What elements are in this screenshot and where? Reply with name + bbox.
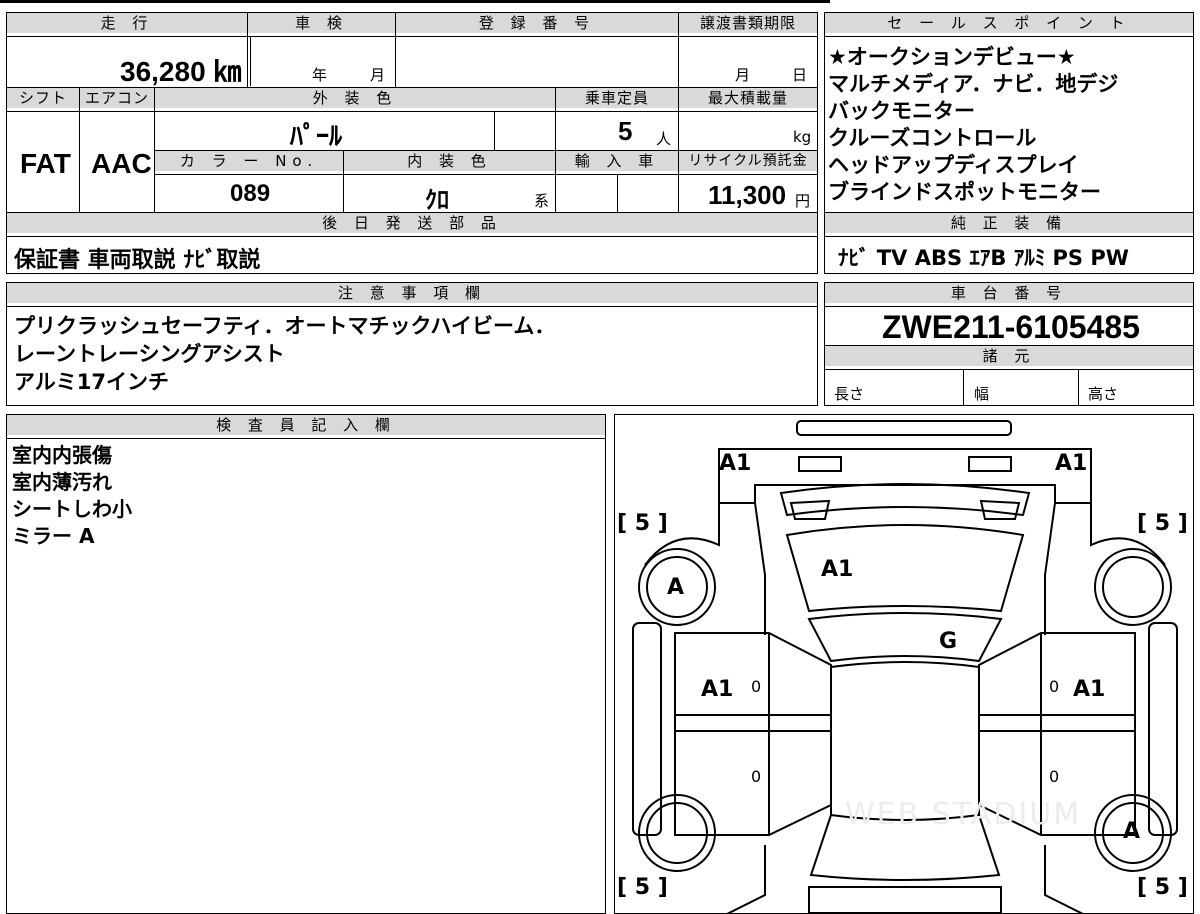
month-unit: 月 xyxy=(370,66,386,84)
car-diagram-box: A1 A1 A1 G A1 A1 A A [ 5 ] [ 5 ] [ 5 ] [… xyxy=(614,414,1194,914)
inspector-line: 室内内張傷 xyxy=(12,443,112,467)
import-header: 輸 入 車 xyxy=(556,151,678,171)
mark-hood: A1 xyxy=(821,557,854,582)
equipment-value: ﾅﾋﾞ TV ABS ｴｱB ｱﾙﾐ PS PW xyxy=(838,246,1129,270)
note-line: アルミ17インチ xyxy=(14,370,170,394)
sales-point-line: バックモニター xyxy=(828,99,975,123)
later-parts-value: 保証書 車両取説 ﾅﾋﾞ取説 xyxy=(14,248,261,273)
watermark: WEB STADIUM xyxy=(845,797,1082,832)
inspector-line: 室内薄汚れ xyxy=(12,470,112,494)
sales-point-line: ★オークションデビュー★ xyxy=(828,45,1076,69)
notes-header: 注 意 事 項 欄 xyxy=(7,283,817,303)
later-parts-header: 後 日 発 送 部 品 xyxy=(7,213,817,233)
exterior-value: ﾊﾟｰﾙ xyxy=(290,121,343,151)
height-label: 高さ xyxy=(1088,385,1119,403)
registration-header: 登 録 番 号 xyxy=(396,13,678,33)
mark-right-rear-wheel: A xyxy=(1123,819,1141,844)
equipment-header: 純 正 装 備 xyxy=(825,213,1193,233)
inspector-list: 室内内張傷 室内薄汚れ シートしわ小 ミラー A xyxy=(12,442,132,550)
chassis-header: 車 台 番 号 xyxy=(825,283,1193,303)
tire-depth-rl: [ 5 ] xyxy=(617,875,668,900)
mark-left-front-wheel: A xyxy=(667,575,685,600)
width-label: 幅 xyxy=(974,385,990,403)
inspection-header: 車 検 xyxy=(248,13,395,33)
deadline-month: 月 xyxy=(735,66,751,84)
top-strip xyxy=(0,0,830,3)
recycle-header: リサイクル預託金 xyxy=(679,151,817,171)
mark-front-left: A1 xyxy=(719,451,752,476)
mark-front-right: A1 xyxy=(1055,451,1088,476)
shift-value: FAT xyxy=(20,148,71,179)
interior-unit: 系 xyxy=(534,192,550,210)
sales-point-line: クルーズコントロール xyxy=(828,126,1037,150)
sales-points-header: セ ー ル ス ポ イ ン ト xyxy=(825,13,1193,33)
max-load-header: 最大積載量 xyxy=(679,88,817,108)
sales-point-line: マルチメディア．ナビ．地デジ xyxy=(828,72,1119,96)
sales-point-line: ブラインドスポットモニター xyxy=(828,180,1101,204)
inspector-line: ミラー A xyxy=(12,524,95,548)
mark-left-front-door: A1 xyxy=(701,677,734,702)
transfer-deadline-header: 譲渡書類期限 xyxy=(679,13,817,33)
inspector-line: シートしわ小 xyxy=(12,497,132,521)
mileage-value: 36,280 ㎞ xyxy=(120,56,242,87)
mark-zero: 0 xyxy=(751,767,762,786)
inspector-header: 検 査 員 記 入 欄 xyxy=(7,415,605,435)
shift-header: シフト xyxy=(7,88,79,108)
length-label: 長さ xyxy=(834,385,865,403)
load-unit: kg xyxy=(793,128,812,146)
tire-depth-fl: [ 5 ] xyxy=(617,511,668,536)
ac-header: エアコン xyxy=(80,88,154,108)
capacity-unit: 人 xyxy=(656,130,672,148)
capacity-value: 5 xyxy=(618,116,633,146)
interior-value: ｸﾛ xyxy=(425,187,449,214)
deadline-day: 日 xyxy=(792,66,808,84)
year-unit: 年 xyxy=(312,66,328,84)
recycle-unit: 円 xyxy=(795,192,811,210)
notes-list: プリクラッシュセーフティ．オートマチックハイビーム． レーントレーシングアシスト… xyxy=(14,312,555,396)
chassis-number: ZWE211-6105485 xyxy=(882,309,1140,345)
mark-right-front-door: A1 xyxy=(1073,677,1106,702)
sales-points-list: ★オークションデビュー★ マルチメディア．ナビ．地デジ バックモニター クルーズ… xyxy=(828,44,1118,206)
recycle-value: 11,300 xyxy=(708,180,787,210)
mark-zero: 0 xyxy=(1049,767,1060,786)
interior-header: 内 装 色 xyxy=(344,151,555,171)
capacity-header: 乗車定員 xyxy=(556,88,678,108)
mark-zero: 0 xyxy=(1049,677,1060,696)
mark-zero: 0 xyxy=(751,677,762,696)
color-no-header: カ ラ ー No. xyxy=(155,151,343,171)
dims-header: 諸 元 xyxy=(825,346,1193,366)
tire-depth-fr: [ 5 ] xyxy=(1137,511,1188,536)
mileage-header: 走 行 xyxy=(7,13,247,33)
car-diagram xyxy=(632,420,1178,913)
exterior-header: 外 装 色 xyxy=(155,88,555,108)
note-line: プリクラッシュセーフティ．オートマチックハイビーム． xyxy=(14,314,556,338)
ac-value: AAC xyxy=(91,148,152,179)
sales-point-line: ヘッドアップディスプレイ xyxy=(828,153,1079,177)
note-line: レーントレーシングアシスト xyxy=(14,342,285,366)
mark-windshield: G xyxy=(939,629,958,654)
color-no-value: 089 xyxy=(230,180,271,207)
tire-depth-rr: [ 5 ] xyxy=(1137,875,1188,900)
